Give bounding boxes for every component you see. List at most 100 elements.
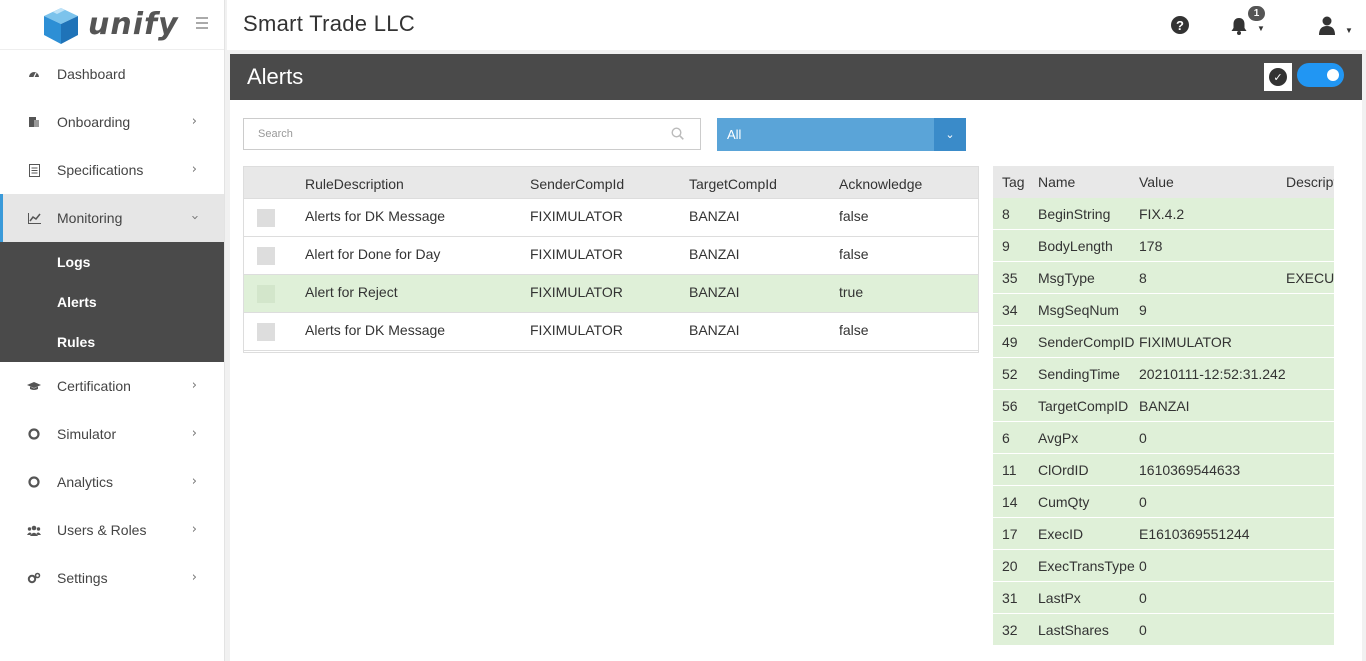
rule-description-cell: Alerts for DK Message — [305, 208, 446, 224]
row-checkbox[interactable] — [257, 285, 275, 303]
notification-bell-icon[interactable] — [1229, 16, 1249, 39]
sidebar-item-specifications[interactable]: Specifications › — [0, 146, 224, 194]
column-header[interactable]: Acknowledge — [839, 176, 922, 192]
field-name-cell: SenderCompID — [1038, 334, 1135, 350]
column-header[interactable]: Value — [1139, 174, 1174, 190]
table-row: 20 ExecTransType 0 — [993, 550, 1334, 582]
table-row[interactable]: Alert for Done for Day FIXIMULATOR BANZA… — [244, 237, 978, 275]
table-row[interactable]: Alert for Reject FIXIMULATOR BANZAI true — [244, 275, 978, 313]
tag-cell: 49 — [1002, 334, 1018, 350]
sender-comp-id-cell: FIXIMULATOR — [530, 246, 623, 262]
chevron-right-icon: › — [191, 162, 197, 177]
submenu-item-alerts[interactable]: Alerts — [0, 282, 224, 322]
target-comp-id-cell: BANZAI — [689, 208, 740, 224]
tag-cell: 20 — [1002, 558, 1018, 574]
message-detail-table: Tag Name Value Descript 8 BeginString FIX.… — [993, 166, 1334, 661]
table-row: 32 LastShares 0 — [993, 614, 1334, 646]
main-content: All ⌄ RuleDescription SenderCompId Targe… — [230, 100, 1362, 661]
rule-description-cell: Alerts for DK Message — [305, 322, 446, 338]
sidebar-item-monitoring[interactable]: Monitoring › — [0, 194, 224, 242]
chevron-right-icon: › — [191, 426, 197, 441]
column-header[interactable]: Descript — [1286, 174, 1334, 190]
dashboard-icon — [27, 67, 41, 81]
acknowledge-all-button[interactable]: ✓ — [1264, 63, 1292, 91]
table-row: 17 ExecID E1610369551244 — [993, 518, 1334, 550]
chevron-right-icon: › — [191, 474, 197, 489]
table-row[interactable]: Alerts for DK Message FIXIMULATOR BANZAI… — [244, 199, 978, 237]
field-name-cell: TargetCompID — [1038, 398, 1129, 414]
field-name-cell: SendingTime — [1038, 366, 1120, 382]
sidebar-item-label: Specifications — [57, 162, 144, 178]
sidebar-item-certification[interactable]: Certification › — [0, 362, 224, 410]
row-checkbox[interactable] — [257, 247, 275, 265]
hamburger-menu-icon[interactable] — [196, 17, 208, 29]
table-row: 34 MsgSeqNum 9 — [993, 294, 1334, 326]
field-value-cell: BANZAI — [1139, 398, 1190, 414]
filter-select-value: All — [727, 127, 742, 142]
sidebar-item-onboarding[interactable]: Onboarding › — [0, 98, 224, 146]
field-value-cell: 0 — [1139, 558, 1147, 574]
auto-refresh-toggle[interactable] — [1297, 63, 1344, 87]
sidebar-item-dashboard[interactable]: Dashboard — [0, 50, 224, 98]
users-icon — [27, 523, 41, 537]
column-header[interactable]: SenderCompId — [530, 176, 624, 192]
rule-description-cell: Alert for Reject — [305, 284, 398, 300]
field-name-cell: BeginString — [1038, 206, 1111, 222]
table-header: Tag Name Value Descript — [993, 166, 1334, 198]
chevron-down-icon[interactable]: ⌄ — [934, 118, 966, 151]
row-checkbox[interactable] — [257, 209, 275, 227]
filter-select[interactable]: All ⌄ — [717, 118, 966, 151]
acknowledge-cell: false — [839, 322, 869, 338]
search-icon[interactable] — [671, 127, 684, 140]
sidebar-item-label: Settings — [57, 570, 108, 586]
sidebar-item-label: Dashboard — [57, 66, 126, 82]
graduation-cap-icon — [27, 379, 41, 393]
field-name-cell: MsgType — [1038, 270, 1095, 286]
search-input[interactable] — [244, 119, 644, 149]
tag-cell: 14 — [1002, 494, 1018, 510]
tag-cell: 32 — [1002, 622, 1018, 638]
column-header[interactable]: TargetCompId — [689, 176, 777, 192]
tag-cell: 31 — [1002, 590, 1018, 606]
table-row: 14 CumQty 0 — [993, 486, 1334, 518]
field-value-cell: 0 — [1139, 430, 1147, 446]
tag-cell: 9 — [1002, 238, 1010, 254]
onboarding-icon — [27, 115, 41, 129]
column-header[interactable]: RuleDescription — [305, 176, 404, 192]
column-header[interactable]: Name — [1038, 174, 1075, 190]
table-row: 31 LastPx 0 — [993, 582, 1334, 614]
user-avatar-icon[interactable] — [1318, 16, 1336, 38]
row-checkbox[interactable] — [257, 323, 275, 341]
sidebar-item-label: Certification — [57, 378, 131, 394]
tag-cell: 11 — [1002, 462, 1017, 478]
sidebar-item-settings[interactable]: Settings › — [0, 554, 224, 602]
table-row: 49 SenderCompID FIXIMULATOR — [993, 326, 1334, 358]
alerts-table: RuleDescription SenderCompId TargetCompI… — [243, 166, 979, 353]
table-row: 9 BodyLength 178 — [993, 230, 1334, 262]
page-title: Alerts — [247, 64, 304, 89]
check-circle-icon: ✓ — [1269, 68, 1287, 86]
chevron-right-icon: › — [191, 378, 197, 393]
sidebar-item-simulator[interactable]: Simulator › — [0, 410, 224, 458]
help-icon[interactable]: ? — [1171, 16, 1189, 34]
cogs-icon — [27, 571, 41, 585]
sidebar-item-users-roles[interactable]: Users & Roles › — [0, 506, 224, 554]
page-header: Alerts ✓ — [230, 54, 1362, 100]
tag-cell: 8 — [1002, 206, 1010, 222]
company-name: Smart Trade LLC — [243, 11, 416, 36]
column-header[interactable]: Tag — [1002, 174, 1025, 190]
field-value-cell: 0 — [1139, 494, 1147, 510]
table-row: 6 AvgPx 0 — [993, 422, 1334, 454]
acknowledge-cell: false — [839, 208, 869, 224]
field-value-cell: FIX.4.2 — [1139, 206, 1185, 222]
notification-badge: 1 — [1248, 6, 1265, 21]
table-row: 8 BeginString FIX.4.2 — [993, 198, 1334, 230]
chevron-down-icon: › — [186, 214, 202, 221]
submenu-item-logs[interactable]: Logs — [0, 242, 224, 282]
field-description-cell: EXECUT — [1286, 270, 1334, 286]
monitoring-submenu: Logs Alerts Rules — [0, 242, 224, 362]
table-row[interactable]: Alerts for DK Message FIXIMULATOR BANZAI… — [244, 313, 978, 351]
submenu-item-rules[interactable]: Rules — [0, 322, 224, 362]
sidebar-item-analytics[interactable]: Analytics › — [0, 458, 224, 506]
sidebar: unify Dashboard Onboarding › Specificati… — [0, 0, 225, 661]
